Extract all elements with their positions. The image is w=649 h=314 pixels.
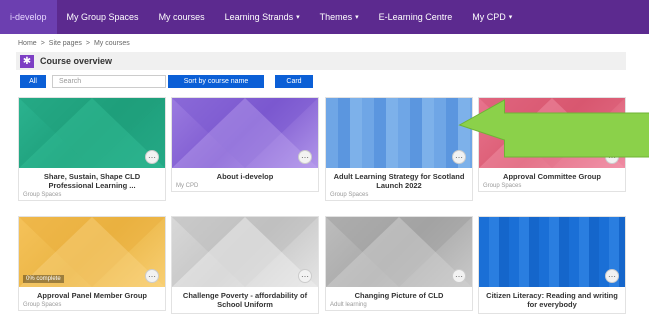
nav-label: Themes	[319, 12, 353, 22]
nav-item-e-learning-centre[interactable]: E-Learning Centre	[369, 0, 463, 34]
course-image: ⋯	[479, 217, 625, 287]
nav-item-learning-strands[interactable]: Learning Strands ▾	[215, 0, 310, 34]
course-card[interactable]: ⋯ About i-develop My CPD	[171, 97, 319, 192]
nav-label: My Group Spaces	[66, 12, 139, 22]
progress-label: 0% complete	[23, 275, 64, 283]
breadcrumb-separator: >	[40, 40, 45, 47]
nav-label: Learning Strands	[224, 12, 294, 22]
course-card[interactable]: ⋯ Changing Picture of CLD Adult learning	[325, 216, 473, 311]
callout-arrow	[458, 99, 649, 158]
pattern	[172, 98, 318, 168]
nav-label: i-develop	[10, 12, 47, 22]
nav-item-themes[interactable]: Themes ▾	[310, 0, 369, 34]
chevron-down-icon: ▾	[508, 14, 513, 21]
more-options-icon[interactable]: ⋯	[145, 269, 159, 283]
view-mode-button[interactable]: Card	[275, 75, 313, 88]
course-image: ⋯	[172, 217, 318, 287]
breadcrumb: Home > Site pages > My courses	[18, 40, 130, 47]
course-title[interactable]: Share, Sustain, Shape CLD Professional L…	[19, 168, 165, 190]
nav-label: E-Learning Centre	[378, 12, 453, 22]
course-image: ⋯	[19, 98, 165, 168]
more-options-icon[interactable]: ⋯	[145, 150, 159, 164]
breadcrumb-home[interactable]: Home	[18, 40, 37, 47]
course-overview-header: ✱ Course overview	[16, 52, 626, 70]
filter-all-button[interactable]: All	[20, 75, 46, 88]
nav-label: My CPD	[472, 12, 506, 22]
nav-label: My courses	[158, 12, 205, 22]
course-category: Adult learning	[330, 302, 367, 308]
course-image: ⋯	[326, 98, 472, 168]
nav-item-my-group-spaces[interactable]: My Group Spaces	[57, 0, 149, 34]
course-title[interactable]: Changing Picture of CLD	[326, 287, 472, 300]
course-title[interactable]: Challenge Poverty - affordability of Sch…	[172, 287, 318, 309]
course-card[interactable]: 0% complete ⋯ Approval Panel Member Grou…	[18, 216, 166, 311]
page-title: Course overview	[40, 56, 113, 66]
breadcrumb-separator: >	[85, 40, 90, 47]
breadcrumb-current: My courses	[93, 40, 130, 47]
more-options-icon[interactable]: ⋯	[452, 269, 466, 283]
nav-item-my-cpd[interactable]: My CPD ▾	[462, 0, 522, 34]
course-title[interactable]: About i-develop	[172, 168, 318, 181]
course-card[interactable]: ⋯ Challenge Poverty - affordability of S…	[171, 216, 319, 314]
breadcrumb-site-pages[interactable]: Site pages	[49, 40, 82, 47]
nav-item-i-develop[interactable]: i-develop	[0, 0, 57, 34]
more-options-icon[interactable]: ⋯	[298, 269, 312, 283]
more-options-icon[interactable]: ⋯	[298, 150, 312, 164]
course-category: Group Spaces	[483, 183, 522, 189]
course-category	[172, 309, 318, 313]
nav-item-my-courses[interactable]: My courses	[149, 0, 215, 34]
course-category: Group Spaces	[330, 192, 369, 198]
pattern	[172, 217, 318, 287]
more-options-icon[interactable]: ⋯	[605, 269, 619, 283]
search-input[interactable]: Search	[52, 75, 166, 88]
course-image: ⋯	[172, 98, 318, 168]
course-card[interactable]: ⋯ Share, Sustain, Shape CLD Professional…	[18, 97, 166, 201]
asterisk-icon: ✱	[20, 54, 34, 68]
chevron-down-icon: ▾	[296, 14, 300, 21]
top-navigation: i-develop My Group Spaces My courses Lea…	[0, 0, 649, 34]
course-title[interactable]: Approval Panel Member Group	[19, 287, 165, 300]
course-card[interactable]: ⋯ Adult Learning Strategy for Scotland L…	[325, 97, 473, 201]
course-card[interactable]: ⋯ Citizen Literacy: Reading and writing …	[478, 216, 626, 314]
filter-bar: All	[20, 75, 46, 88]
course-title[interactable]: Adult Learning Strategy for Scotland Lau…	[326, 168, 472, 190]
course-image: 0% complete ⋯	[19, 217, 165, 287]
course-category: Group Spaces	[23, 302, 62, 308]
pattern	[19, 98, 165, 168]
course-category: Group Spaces	[23, 192, 62, 198]
chevron-down-icon: ▾	[355, 14, 359, 21]
pattern	[326, 217, 472, 287]
course-category: My CPD	[176, 183, 199, 189]
course-title[interactable]: Citizen Literacy: Reading and writing fo…	[479, 287, 625, 309]
sort-button[interactable]: Sort by course name	[168, 75, 264, 88]
course-category	[479, 309, 625, 313]
course-image: ⋯	[326, 217, 472, 287]
